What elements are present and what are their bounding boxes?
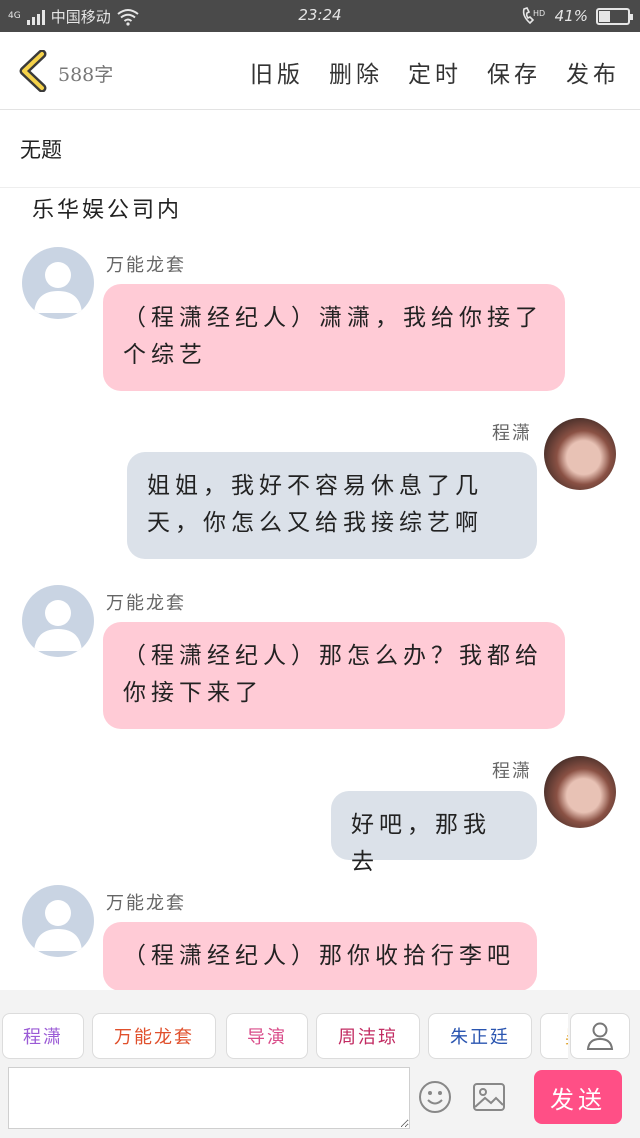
default-user-icon (34, 600, 82, 651)
old-version-button[interactable]: 旧版 (250, 55, 304, 89)
role-chip[interactable]: 万能龙套 (92, 1013, 216, 1059)
scene-description[interactable]: 乐华娱公司内 (32, 192, 182, 224)
back-arrow-icon[interactable] (14, 50, 52, 92)
message-bubble[interactable]: （程潇经纪人）那怎么办？我都给你接下来了 (103, 622, 565, 729)
role-chip[interactable]: 导演 (226, 1013, 308, 1059)
message-bubble[interactable]: 姐姐，我好不容易休息了几天，你怎么又给我接综艺啊 (127, 452, 537, 559)
divider (0, 187, 640, 188)
default-user-icon (34, 900, 82, 951)
send-button[interactable]: 发送 (534, 1070, 622, 1124)
toolbar-actions: 旧版 删除 定时 保存 发布 (250, 55, 620, 89)
person-icon (586, 1022, 614, 1050)
battery-icon (596, 7, 633, 25)
role-selector: 程潇 万能龙套 导演 周洁琼 朱正廷 吴 (2, 1013, 568, 1059)
phone-hd-icon: HD (522, 7, 545, 25)
hd-label: HD (533, 9, 545, 18)
avatar[interactable] (22, 247, 94, 319)
role-chip[interactable]: 周洁琼 (316, 1013, 420, 1059)
editor-toolbar: 588字 旧版 删除 定时 保存 发布 (0, 32, 640, 110)
sender-name: 程潇 (492, 423, 532, 444)
battery-percent: 41% (554, 7, 588, 25)
emoji-icon[interactable] (418, 1080, 452, 1114)
publish-button[interactable]: 发布 (566, 55, 620, 89)
status-bar: 4G 中国移动 23:24 HD 41% (0, 0, 640, 32)
delete-button[interactable]: 删除 (329, 55, 383, 89)
role-chip[interactable]: 程潇 (2, 1013, 84, 1059)
schedule-button[interactable]: 定时 (408, 55, 462, 89)
sender-name: 万能龙套 (106, 893, 186, 914)
add-role-button[interactable] (570, 1013, 630, 1059)
avatar[interactable] (544, 756, 616, 828)
message-input[interactable] (8, 1067, 410, 1129)
role-chip[interactable]: 朱正廷 (428, 1013, 532, 1059)
image-icon[interactable] (472, 1082, 506, 1112)
role-chip[interactable]: 吴 (540, 1013, 568, 1059)
message-bubble[interactable]: （程潇经纪人）那你收拾行李吧 (103, 922, 537, 991)
word-count: 588字 (58, 64, 114, 86)
sender-name: 程潇 (492, 761, 532, 782)
sender-name: 万能龙套 (106, 593, 186, 614)
avatar[interactable] (22, 885, 94, 957)
save-button[interactable]: 保存 (487, 55, 541, 89)
default-user-icon (34, 262, 82, 313)
avatar[interactable] (22, 585, 94, 657)
status-right: HD 41% (521, 6, 633, 26)
avatar[interactable] (544, 418, 616, 490)
message-bubble[interactable]: 好吧，那我去 (331, 791, 537, 875)
sender-name: 万能龙套 (106, 255, 186, 276)
document-title[interactable]: 无题 (20, 134, 62, 164)
message-bubble[interactable]: （程潇经纪人）潇潇，我给你接了个综艺 (103, 284, 565, 391)
battery-level (599, 10, 611, 22)
